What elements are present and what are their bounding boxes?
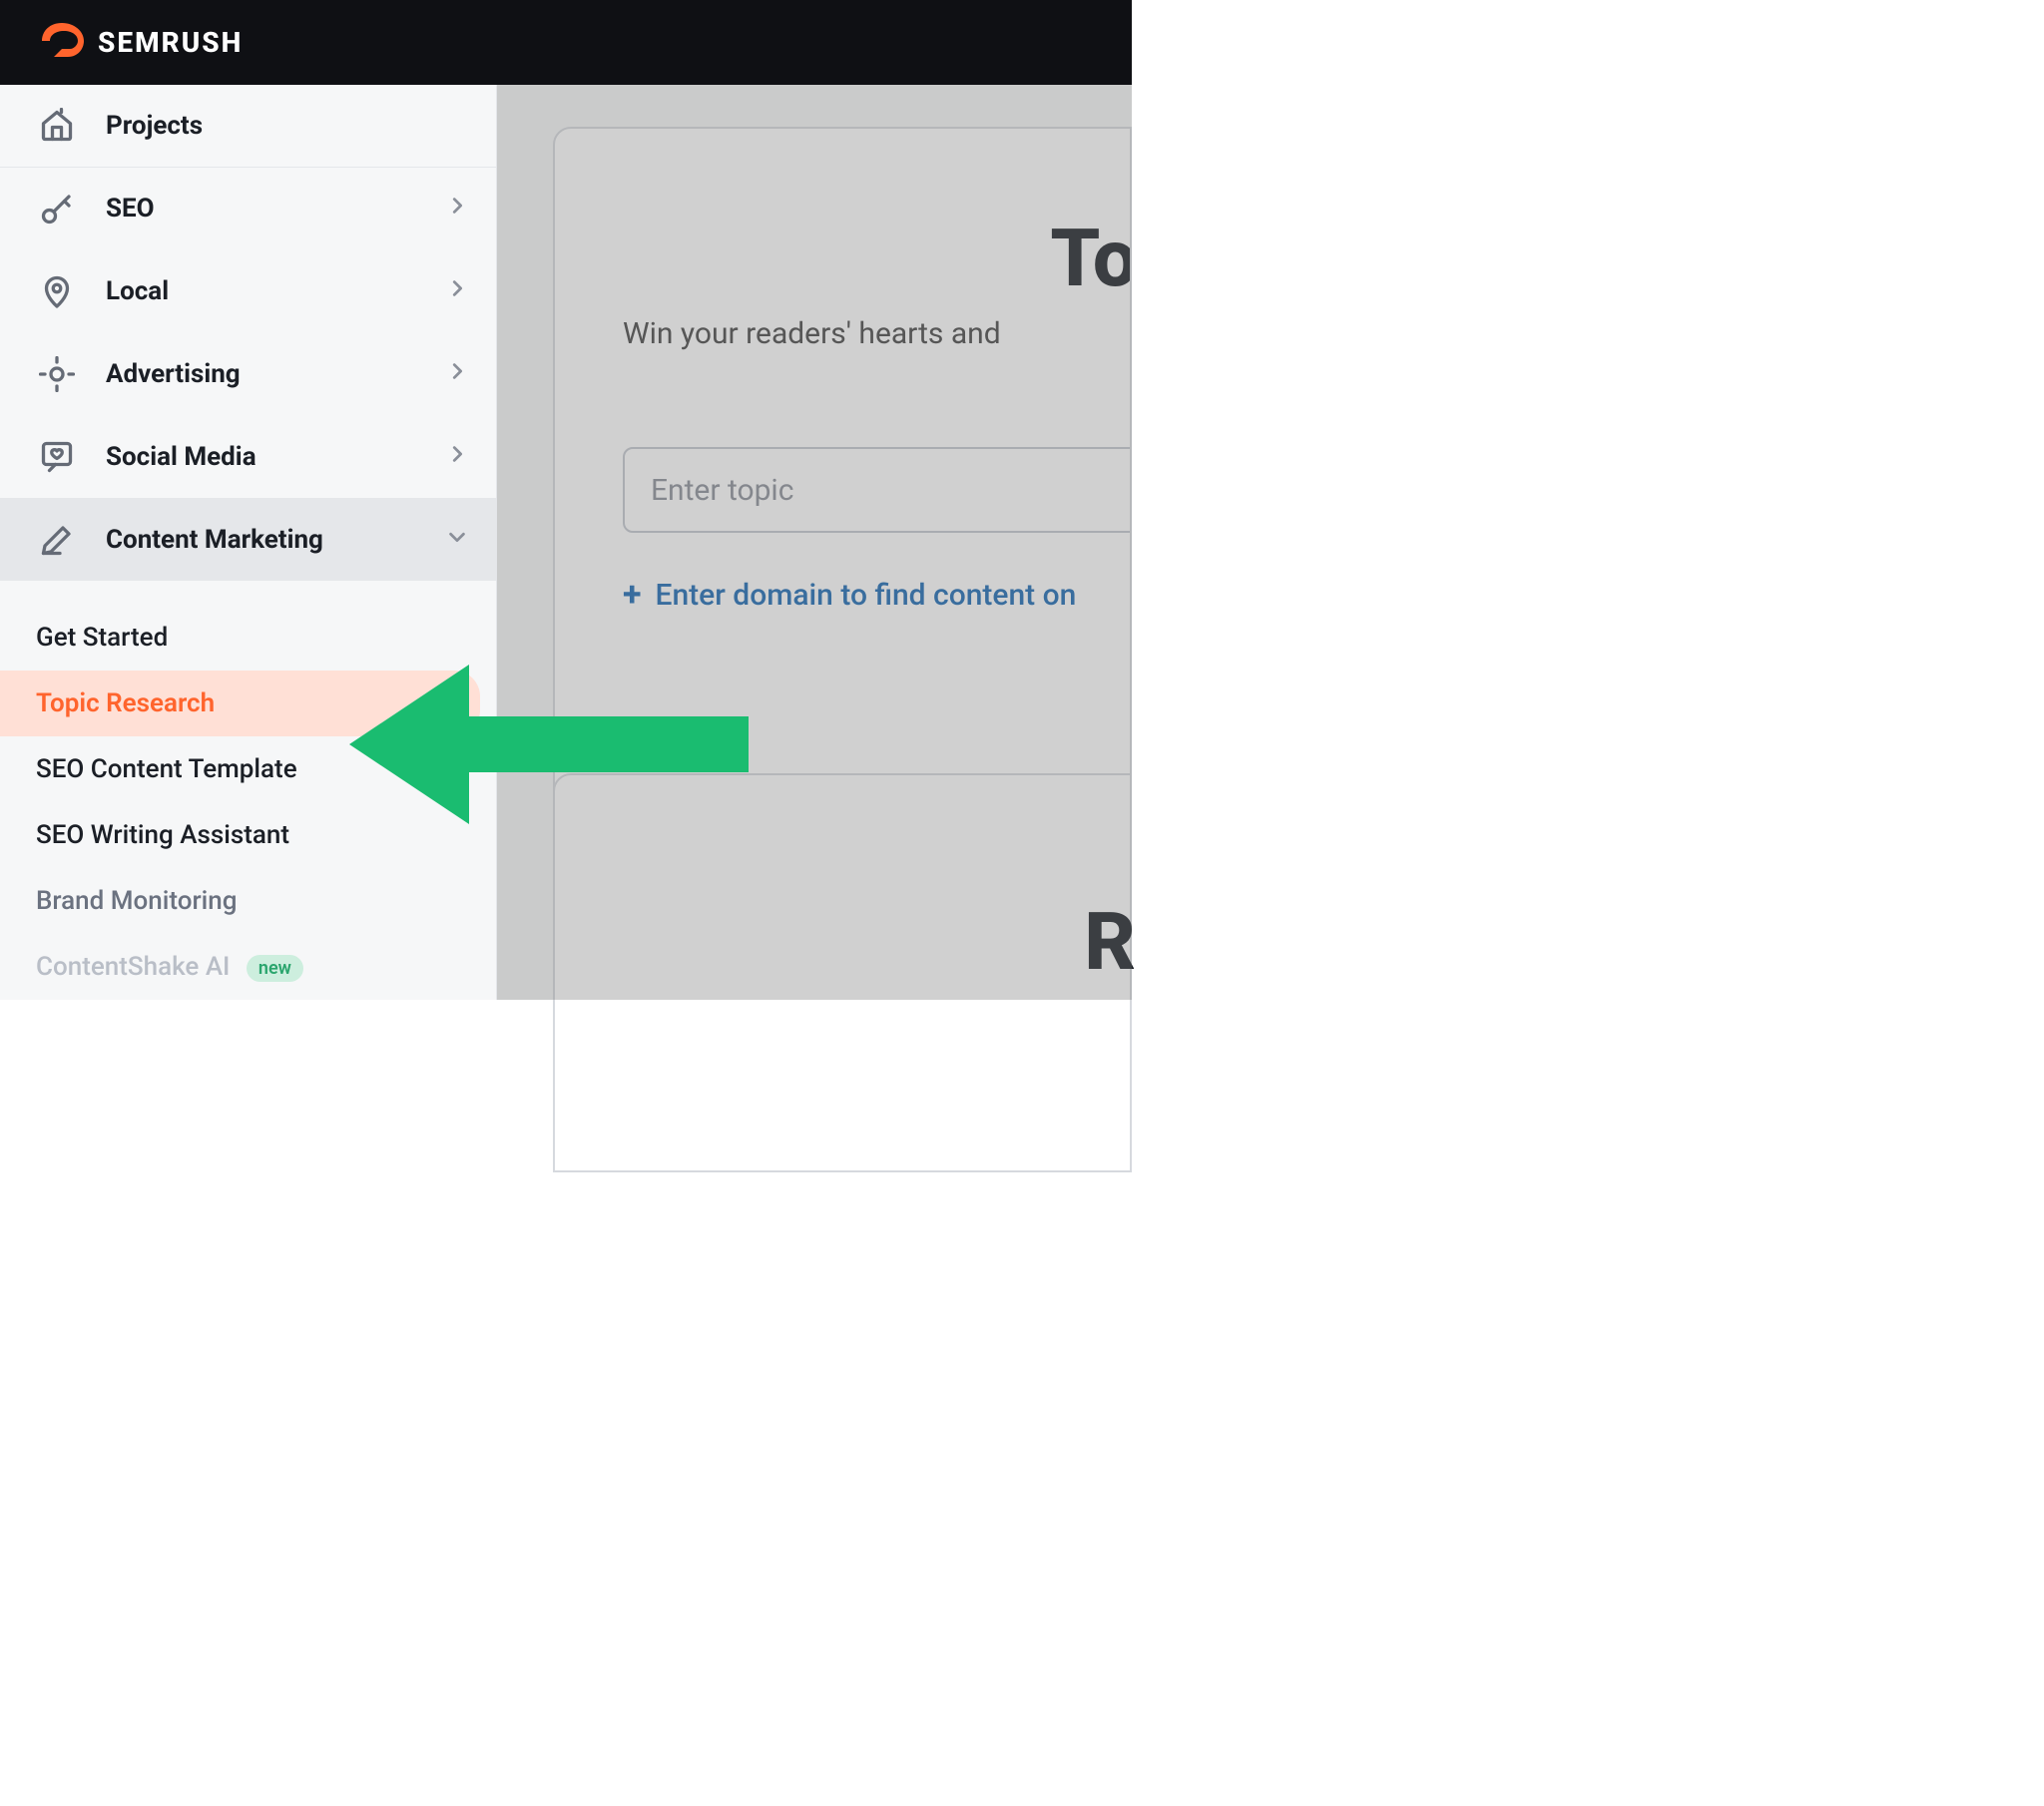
submenu-label: Topic Research	[36, 688, 215, 718]
sidebar-item-label: Social Media	[106, 442, 256, 472]
dim-overlay	[497, 85, 1132, 1000]
body: Projects SEO Local Advertising	[0, 85, 1132, 1000]
target-icon	[36, 353, 78, 395]
submenu-topic-research[interactable]: Topic Research	[0, 671, 480, 736]
chat-heart-icon	[36, 436, 78, 478]
submenu-seo-writing-assistant[interactable]: SEO Writing Assistant	[0, 802, 496, 868]
submenu-label: SEO Content Template	[36, 754, 297, 784]
sidebar-item-projects[interactable]: Projects	[0, 85, 496, 168]
sidebar-item-label: Projects	[106, 111, 203, 141]
chevron-down-icon	[446, 525, 468, 555]
submenu-seo-content-template[interactable]: SEO Content Template	[0, 736, 496, 802]
sidebar-item-label: Local	[106, 276, 169, 306]
sidebar-item-advertising[interactable]: Advertising	[0, 333, 496, 416]
app-header: SEMRUSH	[0, 0, 1132, 85]
chevron-right-icon	[446, 359, 468, 389]
submenu-label: Brand Monitoring	[36, 886, 237, 916]
sidebar-item-label: Content Marketing	[106, 525, 323, 555]
sidebar-item-social-media[interactable]: Social Media	[0, 415, 496, 498]
sidebar-item-label: Advertising	[106, 359, 241, 389]
content-marketing-submenu: Get Started Topic Research SEO Content T…	[0, 581, 496, 1000]
key-icon	[36, 188, 78, 229]
new-badge: new	[247, 955, 303, 982]
submenu-label: Get Started	[36, 623, 168, 653]
flame-icon	[36, 15, 88, 71]
sidebar-item-content-marketing[interactable]: Content Marketing	[0, 498, 496, 581]
submenu-label: ContentShake AI	[36, 952, 230, 982]
sidebar: Projects SEO Local Advertising	[0, 85, 497, 1000]
chevron-right-icon	[446, 276, 468, 306]
pencil-icon	[36, 519, 78, 561]
chevron-right-icon	[446, 442, 468, 472]
main-content: To Win your readers' hearts and Enter to…	[497, 85, 1132, 1000]
brand-logo[interactable]: SEMRUSH	[36, 15, 243, 71]
brand-name: SEMRUSH	[98, 26, 243, 59]
sidebar-item-label: SEO	[106, 194, 155, 224]
sidebar-item-seo[interactable]: SEO	[0, 168, 496, 250]
home-icon	[36, 105, 78, 147]
submenu-get-started[interactable]: Get Started	[0, 605, 496, 671]
chevron-right-icon	[446, 194, 468, 224]
submenu-label: SEO Writing Assistant	[36, 820, 289, 850]
sidebar-item-local[interactable]: Local	[0, 250, 496, 333]
map-pin-icon	[36, 270, 78, 312]
submenu-brand-monitoring[interactable]: Brand Monitoring	[0, 868, 496, 934]
submenu-contentshake-ai[interactable]: ContentShake AI new	[0, 934, 496, 1000]
